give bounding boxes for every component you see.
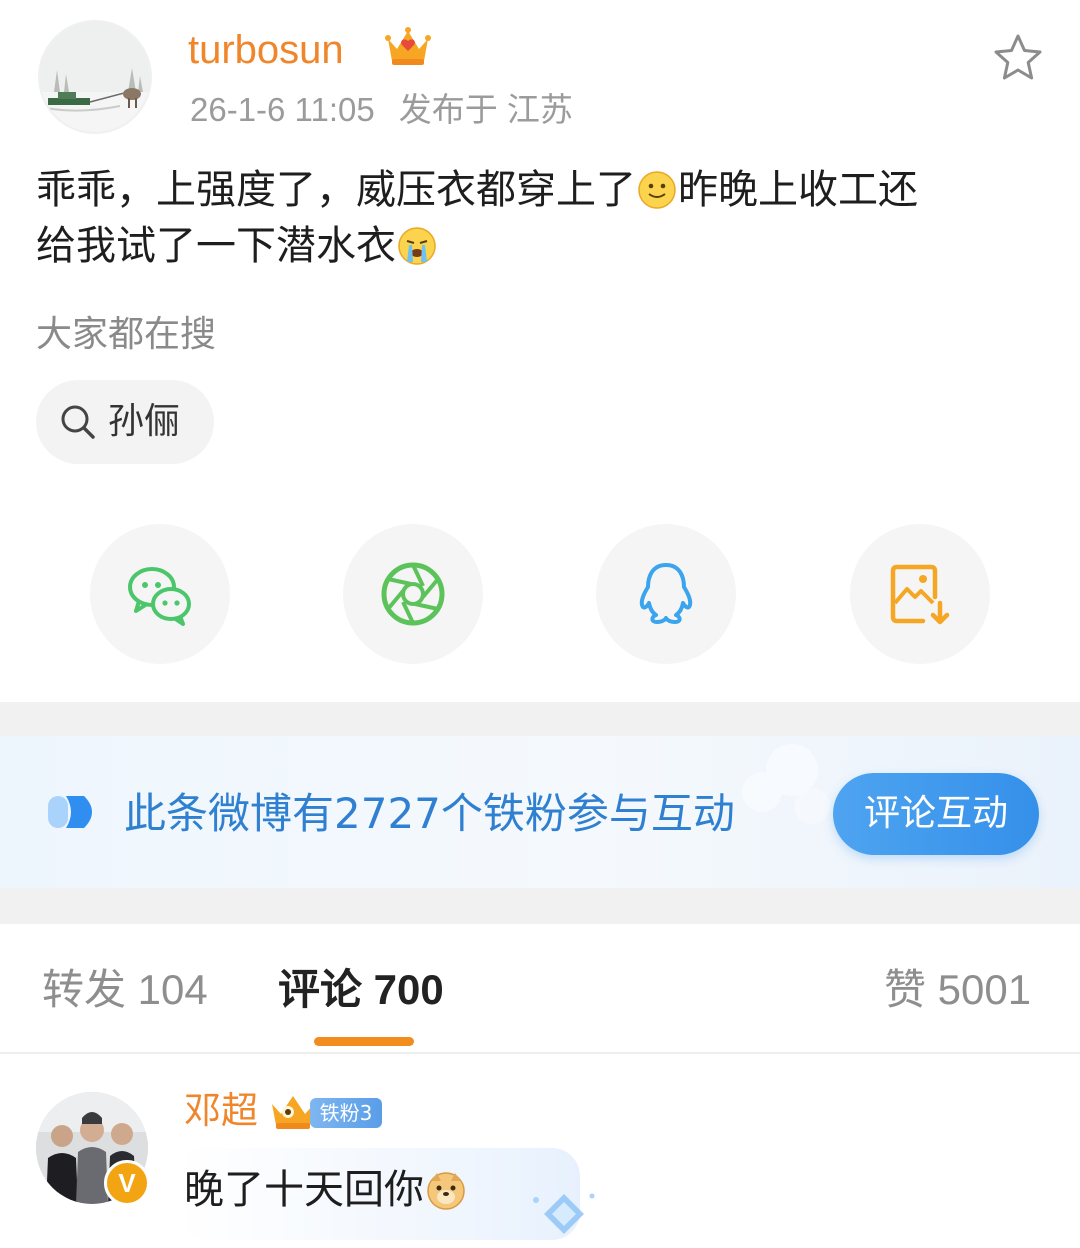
comment-text: 晚了十天回你	[184, 1160, 468, 1220]
post-timestamp: 26-1-6 11:05	[190, 91, 375, 128]
post-text-line1-tail: 昨晚上收工还	[678, 167, 918, 213]
tabs-divider	[0, 1052, 1080, 1054]
moments-shutter-icon	[381, 562, 445, 626]
share-qq-button[interactable]	[596, 524, 736, 664]
post-location: 发布于 江苏	[398, 91, 573, 128]
hot-search-chip[interactable]: 孙俪	[36, 380, 214, 464]
section-separator	[0, 888, 1080, 924]
verified-badge-icon: V	[104, 1160, 150, 1206]
smile-emoji-icon	[638, 171, 676, 209]
comment-text-content: 晚了十天回你	[184, 1167, 424, 1213]
share-moments-button[interactable]	[343, 524, 483, 664]
diamond-decoration-icon	[533, 1193, 595, 1234]
fan-play-icon	[48, 796, 92, 828]
wechat-icon	[128, 567, 191, 626]
post-meta: 26-1-6 11:05 发布于 江苏	[190, 88, 573, 132]
tab-like[interactable]: 赞 5001	[884, 962, 1031, 1018]
share-save-image-button[interactable]	[850, 524, 990, 664]
tab-repost[interactable]: 转发 104	[42, 962, 208, 1018]
crying-emoji-icon	[398, 227, 436, 265]
active-tab-indicator	[314, 1037, 414, 1046]
save-image-icon	[890, 564, 950, 625]
post-text-line2: 给我试了一下潜水衣	[36, 223, 396, 269]
commenter-username[interactable]: 邓超	[184, 1088, 258, 1134]
post-body: 乖乖，上强度了，威压衣都穿上了 昨晚上收工还 给我试了一下潜水衣	[36, 162, 1046, 274]
hot-search-label: 大家都在搜	[36, 314, 217, 355]
section-separator	[0, 702, 1080, 736]
favorite-star-icon[interactable]	[992, 32, 1044, 84]
hot-search-chip-text: 孙俪	[108, 401, 181, 442]
doge-emoji-icon	[427, 1172, 465, 1210]
author-avatar[interactable]	[38, 20, 152, 134]
fan-interaction-text: 此条微博有2727个铁粉参与互动	[124, 789, 735, 838]
weibo-post-page: turbosun 26-1-6 11:05 发布于 江苏 乖乖，上强度了，威压衣都…	[0, 0, 1080, 1248]
vip-crown-icon	[385, 27, 431, 65]
tab-comment[interactable]: 评论 700	[278, 962, 444, 1018]
comment-interact-button[interactable]: 评论互动	[833, 773, 1039, 855]
post-text-line1: 乖乖，上强度了，威压衣都穿上了	[36, 167, 636, 213]
qq-penguin-icon	[639, 563, 693, 624]
share-wechat-button[interactable]	[90, 524, 230, 664]
snow-sleigh-photo	[40, 22, 150, 132]
verified-badge-mark: V	[118, 1168, 136, 1198]
search-icon	[61, 405, 95, 439]
author-username[interactable]: turbosun	[188, 24, 344, 76]
iron-fan-badge: 铁粉3	[310, 1098, 382, 1128]
